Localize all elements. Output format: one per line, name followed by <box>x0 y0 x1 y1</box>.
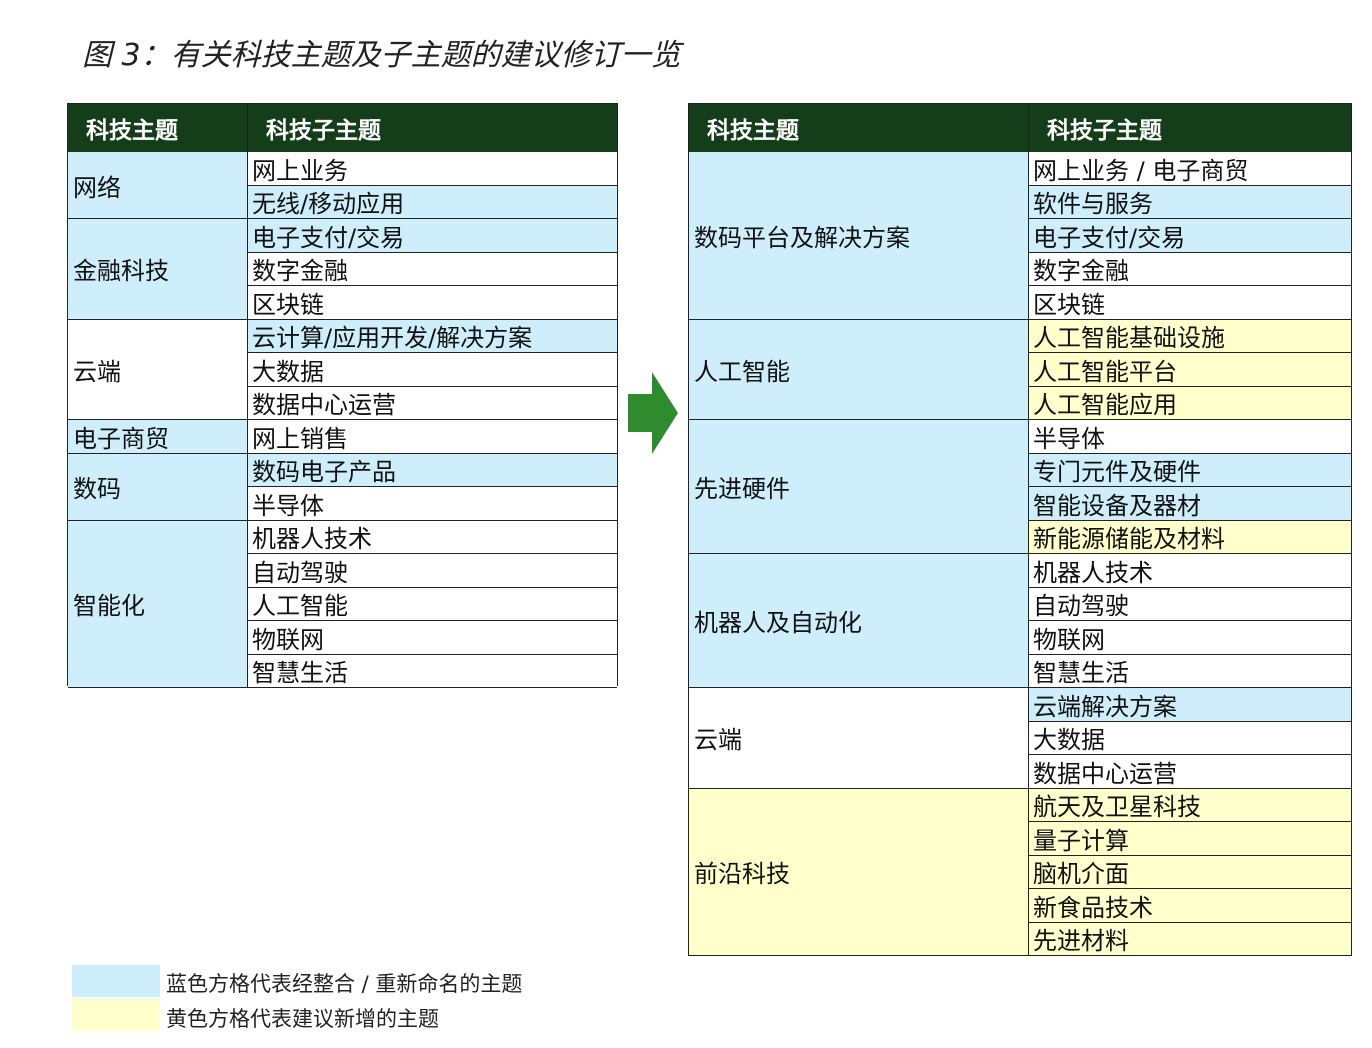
subtopic-cell: 数据中心运营 <box>1029 755 1351 789</box>
subtopic-cell: 软件与服务 <box>1029 185 1351 219</box>
subtopic-cell: 智慧生活 <box>1029 654 1351 688</box>
subtopic-cell: 先进材料 <box>1029 922 1351 956</box>
subtopic-cell: 物联网 <box>248 621 617 655</box>
subtopic-cell: 人工智能平台 <box>1029 353 1351 387</box>
subtopic-cell: 物联网 <box>1029 621 1351 655</box>
subtopic-cell: 半导体 <box>248 487 617 521</box>
subtopic-cell: 量子计算 <box>1029 822 1351 856</box>
subtopic-cell: 半导体 <box>1029 420 1351 454</box>
subtopic-cell: 自动驾驶 <box>1029 587 1351 621</box>
topic-cell: 机器人及自动化 <box>689 554 1029 688</box>
subtopic-cell: 云计算/应用开发/解决方案 <box>248 319 617 353</box>
legend-yellow-text: 黄色方格代表建议新增的主题 <box>166 1007 439 1031</box>
topic-cell: 电子商贸 <box>68 420 248 454</box>
header-sub-topic: 科技子主题 <box>1029 104 1351 152</box>
subtopic-cell: 新食品技术 <box>1029 889 1351 923</box>
legend-blue-swatch <box>72 965 160 997</box>
topic-cell: 数码 <box>68 453 248 521</box>
subtopic-cell: 自动驾驶 <box>248 554 617 588</box>
subtopic-cell: 专门元件及硬件 <box>1029 453 1351 487</box>
subtopic-cell: 网上业务 / 电子商贸 <box>1029 152 1351 186</box>
subtopic-cell: 大数据 <box>1029 721 1351 755</box>
subtopic-cell: 新能源储能及材料 <box>1029 520 1351 554</box>
subtopic-cell: 数码电子产品 <box>248 453 617 487</box>
subtopic-cell: 人工智能 <box>248 587 617 621</box>
topic-cell: 智能化 <box>68 520 248 688</box>
subtopic-cell: 智慧生活 <box>248 654 617 688</box>
subtopic-cell: 云端解决方案 <box>1029 688 1351 722</box>
figure-title: 图 3：有关科技主题及子主题的建议修订一览 <box>82 38 681 73</box>
subtopic-cell: 人工智能应用 <box>1029 386 1351 420</box>
proposed-topics-table: 科技主题 科技子主题 数码平台及解决方案 网上业务 / 电子商贸 软件与服务 电子支付… <box>688 103 1352 956</box>
legend-blue-text: 蓝色方格代表经整合 / 重新命名的主题 <box>166 972 523 996</box>
subtopic-cell: 无线/移动应用 <box>248 185 617 219</box>
subtopic-cell: 机器人技术 <box>248 520 617 554</box>
subtopic-cell: 人工智能基础设施 <box>1029 319 1351 353</box>
topic-cell: 云端 <box>689 688 1029 789</box>
header-main-topic: 科技主题 <box>68 104 248 152</box>
header-sub-topic: 科技子主题 <box>248 104 617 152</box>
subtopic-cell: 数字金融 <box>248 252 617 286</box>
subtopic-cell: 电子支付/交易 <box>1029 219 1351 253</box>
subtopic-cell: 电子支付/交易 <box>248 219 617 253</box>
subtopic-cell: 大数据 <box>248 353 617 387</box>
topic-cell: 网络 <box>68 152 248 219</box>
subtopic-cell: 智能设备及器材 <box>1029 487 1351 521</box>
subtopic-cell: 网上销售 <box>248 420 617 454</box>
topic-cell: 前沿科技 <box>689 788 1029 956</box>
topic-cell: 云端 <box>68 319 248 420</box>
subtopic-cell: 数据中心运营 <box>248 386 617 420</box>
topic-cell: 人工智能 <box>689 319 1029 420</box>
current-topics-table: 科技主题 科技子主题 网络 网上业务 无线/移动应用 金融科技 电子支付/交易 数字金融区… <box>67 103 618 688</box>
header-main-topic: 科技主题 <box>689 104 1029 152</box>
subtopic-cell: 网上业务 <box>248 152 617 186</box>
subtopic-cell: 区块链 <box>248 286 617 320</box>
arrow-right-icon <box>628 372 678 454</box>
subtopic-cell: 区块链 <box>1029 286 1351 320</box>
subtopic-cell: 数字金融 <box>1029 252 1351 286</box>
topic-cell: 金融科技 <box>68 219 248 320</box>
subtopic-cell: 机器人技术 <box>1029 554 1351 588</box>
subtopic-cell: 航天及卫星科技 <box>1029 788 1351 822</box>
subtopic-cell: 脑机介面 <box>1029 855 1351 889</box>
topic-cell: 先进硬件 <box>689 420 1029 554</box>
topic-cell: 数码平台及解决方案 <box>689 152 1029 320</box>
legend-yellow-swatch <box>72 999 160 1031</box>
